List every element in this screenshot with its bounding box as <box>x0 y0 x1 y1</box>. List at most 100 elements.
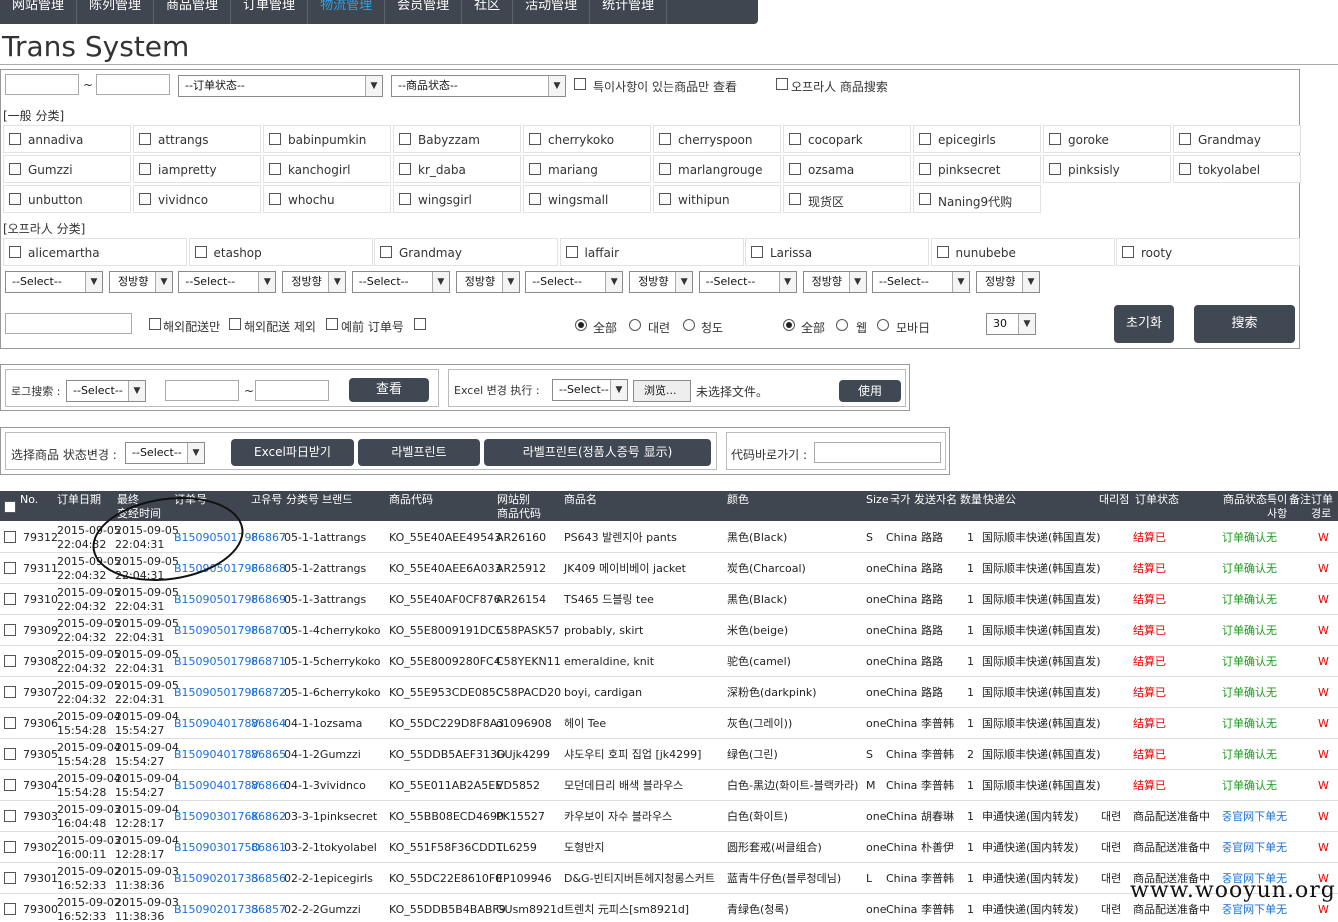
brand-offline-item[interactable]: etashop <box>188 238 373 266</box>
brand-checkbox[interactable] <box>1122 246 1134 258</box>
sort-field-select[interactable]: --Select-- ▼ <box>525 271 624 293</box>
brand-checkbox[interactable] <box>399 193 411 205</box>
cell-unique-no-link[interactable]: 86869 <box>251 593 286 606</box>
brand-general-item[interactable]: goroke <box>1043 125 1171 153</box>
nav-item-2[interactable]: 商品管理 <box>154 0 232 24</box>
label-print-auth-button[interactable]: 라벨프린트(정품人증号 显示) <box>484 439 711 466</box>
brand-general-item[interactable]: marlangrouge <box>653 155 781 183</box>
log-end-input[interactable] <box>255 380 329 401</box>
brand-general-item[interactable]: pinksisly <box>1043 155 1171 183</box>
cell-unique-no-link[interactable]: 86867 <box>251 531 286 544</box>
cell-order-no-link[interactable]: B1509050179F <box>174 593 258 606</box>
brand-general-item[interactable]: cherryspoon <box>653 125 781 153</box>
cell-order-no-link[interactable]: B1509050179F <box>174 655 258 668</box>
sort-field-select[interactable]: --Select-- ▼ <box>5 271 103 293</box>
brand-checkbox[interactable] <box>789 193 801 205</box>
nav-item-8[interactable]: 统计管理 <box>590 0 668 24</box>
cell-order-no-link[interactable]: B1509040178V <box>174 748 259 761</box>
nav-item-1[interactable]: 陈列管理 <box>77 0 155 24</box>
row-checkbox[interactable] <box>4 531 16 543</box>
brand-checkbox[interactable] <box>919 193 931 205</box>
row-checkbox[interactable] <box>4 624 16 636</box>
excel-download-button[interactable]: Excel파日받기 <box>231 439 354 466</box>
nav-item-7[interactable]: 活动管理 <box>513 0 591 24</box>
brand-general-item[interactable]: pinksecret <box>913 155 1041 183</box>
brand-checkbox[interactable] <box>659 163 671 175</box>
brand-checkbox[interactable] <box>269 163 281 175</box>
brand-checkbox[interactable] <box>659 133 671 145</box>
region-dalian-radio[interactable] <box>629 319 641 331</box>
cell-order-no-link[interactable]: B1509030176K <box>174 810 259 823</box>
status-change-select[interactable]: --Select-- ▼ <box>125 442 205 464</box>
brand-general-item[interactable]: 现货区 <box>783 185 911 213</box>
code-jump-input[interactable] <box>814 442 941 463</box>
brand-checkbox[interactable] <box>139 163 151 175</box>
brand-checkbox[interactable] <box>751 246 763 258</box>
nav-item-5[interactable]: 会员管理 <box>385 0 463 24</box>
brand-general-item[interactable]: babinpumkin <box>263 125 391 153</box>
brand-general-item[interactable]: wingsmall <box>523 185 651 213</box>
brand-general-item[interactable]: wingsgirl <box>393 185 521 213</box>
row-checkbox[interactable] <box>4 686 16 698</box>
brand-checkbox[interactable] <box>1179 163 1191 175</box>
brand-general-item[interactable]: iampretty <box>133 155 261 183</box>
cell-unique-no-link[interactable]: 86856 <box>251 872 286 885</box>
brand-checkbox[interactable] <box>139 133 151 145</box>
label-print-button[interactable]: 라벨프린트 <box>358 439 480 466</box>
brand-checkbox[interactable] <box>936 246 949 258</box>
sort-direction-select[interactable]: 정방향 ▼ <box>629 271 694 293</box>
page-size-select[interactable]: 30 ▼ <box>986 313 1036 335</box>
brand-checkbox[interactable] <box>529 163 541 175</box>
row-checkbox[interactable] <box>4 593 16 605</box>
brand-checkbox[interactable] <box>269 133 281 145</box>
row-checkbox[interactable] <box>4 562 16 574</box>
search-button[interactable]: 搜索 <box>1194 305 1295 343</box>
brand-general-item[interactable]: kr_daba <box>393 155 521 183</box>
sort-direction-select[interactable]: 정방향 ▼ <box>455 271 520 293</box>
brand-general-item[interactable]: annadiva <box>3 125 131 153</box>
nav-item-6[interactable]: 社区 <box>462 0 514 24</box>
brand-checkbox[interactable] <box>399 133 411 145</box>
channel-mobile-radio[interactable] <box>877 319 889 331</box>
special-only-checkbox[interactable] <box>574 78 586 90</box>
cell-order-no-link[interactable]: B1509050179F <box>174 686 258 699</box>
region-qingdao-radio[interactable] <box>683 319 695 331</box>
cell-unique-no-link[interactable]: 86872 <box>251 686 286 699</box>
row-checkbox[interactable] <box>4 810 16 822</box>
overseas-only-checkbox[interactable] <box>149 318 161 330</box>
brand-offline-item[interactable]: rooty <box>1116 238 1300 266</box>
row-checkbox[interactable] <box>4 903 16 915</box>
sort-direction-select[interactable]: 정방향 ▼ <box>109 271 173 293</box>
cell-order-no-link[interactable]: B1509050179F <box>174 624 258 637</box>
brand-checkbox[interactable] <box>380 246 392 258</box>
brand-general-item[interactable]: Grandmay <box>1173 125 1301 153</box>
brand-general-item[interactable]: ozsama <box>783 155 911 183</box>
cell-unique-no-link[interactable]: 86861 <box>251 841 286 854</box>
brand-offline-item[interactable]: alicemartha <box>3 238 187 266</box>
brand-checkbox[interactable] <box>9 163 21 175</box>
row-checkbox[interactable] <box>4 748 16 760</box>
row-checkbox[interactable] <box>4 717 16 729</box>
brand-checkbox[interactable] <box>529 193 541 205</box>
cell-order-no-link[interactable]: B1509020173S <box>174 872 259 885</box>
brand-checkbox[interactable] <box>269 193 281 205</box>
brand-checkbox[interactable] <box>139 193 151 205</box>
row-checkbox[interactable] <box>4 841 16 853</box>
brand-offline-item[interactable]: Larissa <box>745 238 929 266</box>
brand-general-item[interactable]: Gumzzi <box>3 155 131 183</box>
brand-general-item[interactable]: Naning9代购 <box>913 185 1041 213</box>
sort-field-select[interactable]: --Select-- ▼ <box>698 271 797 293</box>
brand-general-item[interactable]: vividnco <box>133 185 261 213</box>
sort-direction-select[interactable]: 정방향 ▼ <box>802 271 867 293</box>
brand-checkbox[interactable] <box>919 133 931 145</box>
goods-status-select[interactable]: --商品状态-- ▼ <box>391 75 566 97</box>
overseas-except-checkbox[interactable] <box>229 318 241 330</box>
browse-button[interactable]: 浏览... <box>633 380 691 402</box>
log-start-input[interactable] <box>165 380 239 401</box>
brand-checkbox[interactable] <box>919 163 931 175</box>
brand-checkbox[interactable] <box>399 163 411 175</box>
offline-search-checkbox[interactable] <box>776 78 788 90</box>
keyword-input[interactable] <box>5 313 132 334</box>
row-checkbox[interactable] <box>4 655 16 667</box>
brand-general-item[interactable]: epicegirls <box>913 125 1041 153</box>
